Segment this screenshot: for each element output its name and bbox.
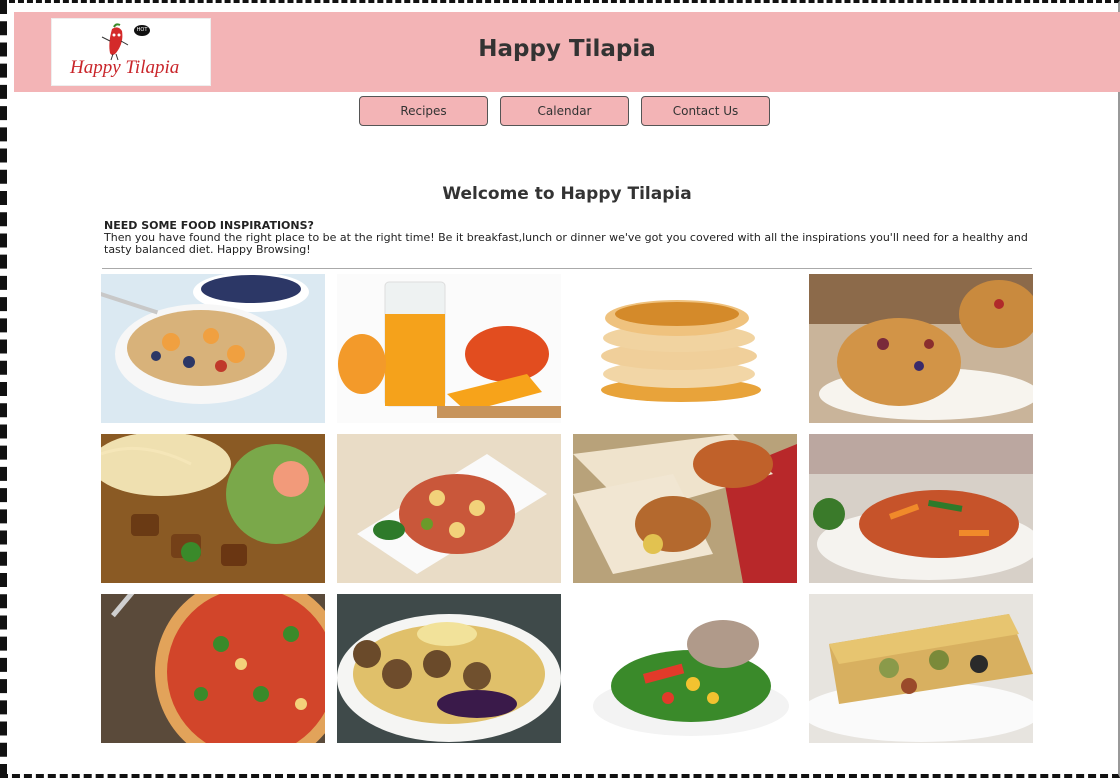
welcome-heading: Welcome to Happy Tilapia: [442, 184, 692, 204]
speech-bubble-icon: HOT: [134, 25, 150, 36]
muffins-image: [809, 274, 1033, 423]
divider: [102, 268, 1032, 269]
gallery-tile-stew[interactable]: [101, 434, 325, 583]
site-title: Happy Tilapia: [478, 36, 656, 62]
gallery-tile-pizza[interactable]: [101, 594, 325, 743]
gallery-tile-meatballs[interactable]: [337, 594, 561, 743]
main-nav: Recipes Calendar Contact Us: [359, 96, 770, 126]
gallery-tile-lasagna[interactable]: [809, 594, 1033, 743]
wraps-image: [573, 434, 797, 583]
gallery-tile-juice[interactable]: [337, 274, 561, 423]
chicken-dish-image: [337, 434, 561, 583]
site-header: HOT Happy Tilapia Happy Tilapia: [14, 12, 1120, 92]
gallery-tile-oatmeal[interactable]: [101, 274, 325, 423]
orange-juice-image: [337, 274, 561, 423]
stir-fry-image: [809, 434, 1033, 583]
meatballs-image: [337, 594, 561, 743]
gallery-tile-chicken[interactable]: [337, 434, 561, 583]
nav-recipes-button[interactable]: Recipes: [359, 96, 488, 126]
intro-section: NEED SOME FOOD INSPIRATIONS? Then you ha…: [104, 220, 1040, 256]
intro-text: Then you have found the right place to b…: [104, 231, 1028, 256]
pancakes-image: [573, 274, 797, 423]
pizza-image: [101, 594, 325, 743]
nav-contact-button[interactable]: Contact Us: [641, 96, 770, 126]
tuna-salad-image: [573, 594, 797, 743]
lasagna-image: [809, 594, 1033, 743]
gallery-tile-wraps[interactable]: [573, 434, 797, 583]
gallery-tile-pancakes[interactable]: [573, 274, 797, 423]
gallery-tile-stirfry[interactable]: [809, 434, 1033, 583]
food-gallery: [101, 274, 1033, 743]
gallery-tile-muffins[interactable]: [809, 274, 1033, 423]
oatmeal-bowl-image: [101, 274, 325, 423]
gallery-tile-salad[interactable]: [573, 594, 797, 743]
beef-stew-image: [101, 434, 325, 583]
nav-calendar-button[interactable]: Calendar: [500, 96, 629, 126]
